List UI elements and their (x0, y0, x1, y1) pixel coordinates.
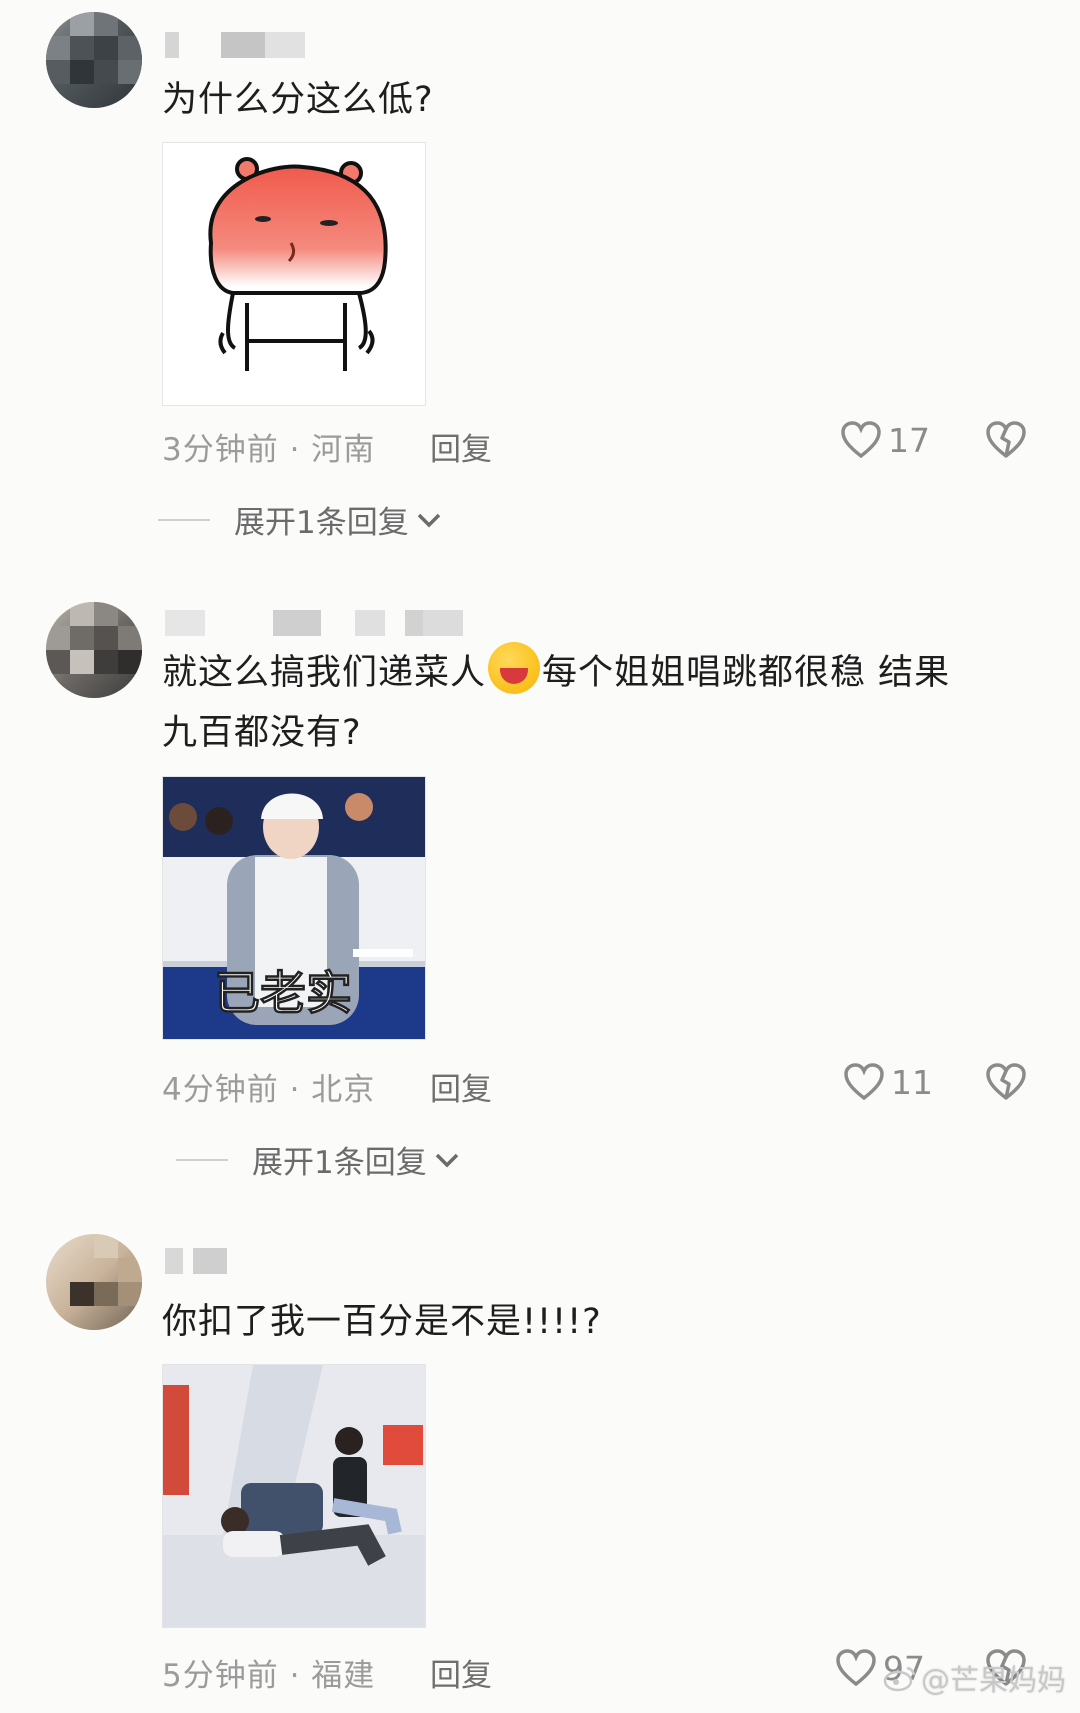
bear-sticker-illustration (208, 157, 388, 371)
heart-outline-icon (836, 1649, 876, 1687)
dislike-button[interactable] (985, 1062, 1027, 1106)
like-count: 17 (888, 420, 930, 460)
meme-photo: 已老实 (163, 777, 425, 1039)
comment-text-part-1: 就这么搞我们递菜人 (162, 653, 487, 693)
comment-text: 为什么分这么低? (162, 80, 434, 120)
comment-meta: 3分钟前 · 河南 (162, 432, 376, 468)
like-button[interactable]: 17 (840, 420, 930, 460)
sticker-image[interactable] (162, 142, 426, 406)
comment-text-part-2: 每个姐姐唱跳都很稳 结果 (542, 653, 951, 693)
divider-line (158, 518, 210, 521)
chevron-down-icon (417, 513, 440, 527)
comment-meta: 5分钟前 · 福建 (162, 1658, 376, 1694)
weibo-watermark: @芒果妈妈 (883, 1657, 1066, 1699)
expand-label: 展开1条回复 (234, 505, 409, 541)
watermark-text: @芒果妈妈 (920, 1663, 1066, 1697)
comment-meta: 4分钟前 · 北京 (162, 1072, 376, 1108)
heart-outline-icon (841, 421, 881, 459)
laughing-crying-emoji-icon (488, 642, 541, 694)
broken-heart-icon (986, 1063, 1026, 1100)
avatar[interactable] (46, 1234, 142, 1330)
avatar[interactable] (46, 12, 142, 108)
heart-outline-icon (844, 1063, 884, 1101)
avatar-mosaic (46, 12, 142, 108)
avatar[interactable] (46, 602, 142, 698)
divider-line (176, 1158, 228, 1161)
reply-button[interactable]: 回复 (430, 1650, 492, 1695)
chevron-down-icon (435, 1153, 458, 1167)
avatar-mosaic (46, 1234, 142, 1330)
broken-heart-icon (986, 421, 1026, 458)
expand-replies[interactable]: 展开1条回复 (176, 1137, 461, 1182)
meme-caption: 已老实 (214, 966, 352, 1020)
meme-photo (163, 1365, 425, 1627)
meme-image[interactable]: 已老实 (162, 776, 426, 1040)
expand-label: 展开1条回复 (252, 1145, 427, 1181)
comment-text: 你扣了我一百分是不是!!!!? (162, 1302, 602, 1342)
like-button[interactable]: 11 (843, 1062, 933, 1102)
meme-image[interactable] (162, 1364, 426, 1628)
reply-button[interactable]: 回复 (430, 424, 492, 469)
comment-text: 就这么搞我们递菜人 每个姐姐唱跳都很稳 结果 九百都没有? (162, 642, 1042, 763)
comment-text-part-3: 九百都没有? (162, 713, 362, 753)
dislike-button[interactable] (985, 420, 1027, 464)
weibo-logo-icon (883, 1666, 916, 1692)
like-count: 11 (891, 1062, 933, 1102)
expand-replies[interactable]: 展开1条回复 (158, 497, 443, 542)
reply-button[interactable]: 回复 (430, 1064, 492, 1109)
avatar-mosaic (46, 602, 142, 698)
